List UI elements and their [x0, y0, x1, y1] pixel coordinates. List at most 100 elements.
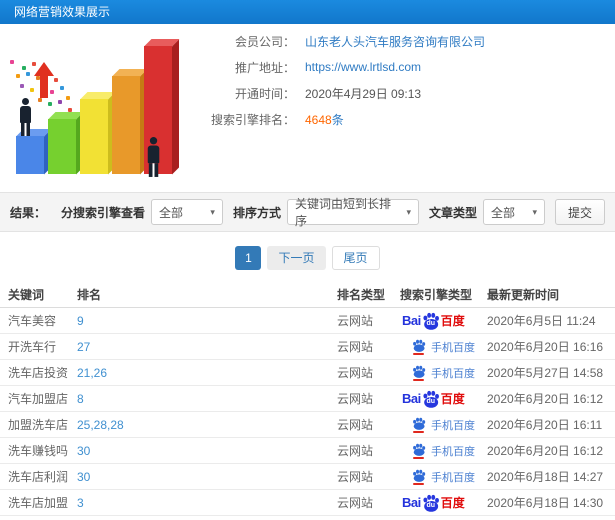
mobile-baidu-paw-icon	[412, 365, 426, 381]
rank-type-cell: 云网站	[337, 418, 374, 432]
mobile-baidu-logo: 手机百度	[412, 443, 475, 459]
baidu-logo: Bai du 百度	[402, 390, 465, 408]
rank-type-cell: 云网站	[337, 496, 374, 510]
page-number-current[interactable]: 1	[235, 246, 262, 270]
table-row: 汽车加盟店 8 云网站 Bai du 百度 2020年6月20日 16:12	[0, 386, 615, 412]
updated-time-cell: 2020年6月5日 11:24	[487, 314, 596, 328]
article-type-filter-label: 文章类型	[428, 205, 477, 220]
baidu-paw-icon: du	[422, 494, 440, 512]
engine-type-cell: Bai du 百度	[400, 417, 487, 433]
rank-type-cell: 云网站	[337, 392, 374, 406]
baidu-paw-icon: du	[422, 390, 440, 408]
keyword-cell: 汽车美容	[8, 314, 57, 328]
mobile-baidu-paw-icon	[412, 443, 426, 459]
baidu-logo: Bai du 百度	[402, 312, 465, 330]
table-row: 洗车店投资 21,26 云网站 Bai du 百度	[0, 360, 615, 386]
rank-value-link[interactable]: 25,28,28	[77, 418, 124, 432]
table-row: 洗车店利润 30 云网站 Bai du 百度	[0, 464, 615, 490]
col-header-keyword: 关键词	[8, 287, 45, 302]
engine-type-cell: Bai du 百度	[400, 312, 487, 330]
updated-time-cell: 2020年6月20日 16:12	[487, 444, 604, 458]
mobile-baidu-logo: 手机百度	[412, 469, 475, 485]
rank-value-link[interactable]: 21,26	[77, 366, 107, 380]
mobile-baidu-logo: 手机百度	[412, 365, 475, 381]
updated-time-cell: 2020年6月20日 16:16	[487, 340, 604, 354]
engine-type-cell: Bai du 百度	[400, 443, 487, 459]
rank-count-value[interactable]: 4648条	[305, 111, 344, 128]
page-title: 网络营销效果展示	[14, 5, 111, 19]
page-header: 网络营销效果展示	[0, 0, 615, 24]
member-company-label: 会员公司：	[234, 34, 295, 49]
table-row: 加盟洗车店 25,28,28 云网站 Bai du 百度	[0, 412, 615, 438]
promo-url-link[interactable]: https://www.lrtlsd.com	[305, 60, 421, 74]
chart-bar-blue	[16, 136, 44, 174]
engine-type-cell: Bai du 百度	[400, 469, 487, 485]
next-page-button[interactable]: 下一页	[267, 246, 326, 270]
engine-filter-select[interactable]: 全部 ▾	[150, 199, 223, 225]
baidu-paw-icon: du	[422, 312, 440, 330]
table-header-row: 关键词 排名 排名类型 搜索引擎类型 最新更新时间	[0, 281, 615, 308]
rank-value-link[interactable]: 8	[77, 392, 84, 406]
result-section-label: 结果：	[10, 205, 47, 220]
updated-time-cell: 2020年6月18日 14:30	[487, 496, 604, 510]
updated-time-cell: 2020年6月20日 16:11	[487, 418, 603, 432]
open-time-value: 2020年4月29日 09:13	[305, 86, 422, 101]
rank-type-cell: 云网站	[337, 470, 374, 484]
rank-type-cell: 云网站	[337, 314, 374, 328]
rank-type-cell: 云网站	[337, 366, 374, 380]
chevron-down-icon: ▾	[532, 206, 537, 217]
rank-value-link[interactable]: 30	[77, 470, 90, 484]
mobile-baidu-paw-icon	[412, 469, 426, 485]
keyword-cell: 洗车店利润	[8, 470, 69, 484]
updated-time-cell: 2020年6月18日 14:27	[487, 470, 604, 484]
info-row-member: 会员公司： 山东老人头汽车服务咨询有限公司	[185, 28, 610, 54]
rank-value-link[interactable]: 27	[77, 340, 90, 354]
submit-button[interactable]: 提交	[554, 199, 605, 225]
keyword-cell: 洗车店加盟	[8, 496, 69, 510]
up-arrow-icon	[34, 62, 54, 98]
info-row-open-time: 开通时间： 2020年4月29日 09:13	[185, 80, 610, 106]
chart-bar-orange	[112, 76, 140, 174]
open-time-label: 开通时间：	[234, 86, 295, 101]
table-row: 洗车店加盟 3 云网站 Bai du 百度 2020年6月18日 14:30	[0, 490, 615, 516]
businessman-figure-right	[146, 137, 161, 177]
chevron-down-icon: ▾	[210, 206, 215, 217]
promo-url-label: 推广地址：	[234, 60, 295, 75]
rank-value-link[interactable]: 3	[77, 496, 84, 510]
rank-count-label: 搜索引擎排名：	[210, 112, 295, 127]
engine-type-cell: Bai du 百度	[400, 339, 487, 355]
rank-value-link[interactable]: 30	[77, 444, 90, 458]
confetti-decoration	[10, 60, 14, 64]
rank-type-cell: 云网站	[337, 340, 374, 354]
col-header-rank: 排名	[77, 287, 102, 302]
info-row-rank-count: 搜索引擎排名： 4648条	[185, 106, 610, 132]
last-page-button[interactable]: 尾页	[331, 246, 380, 270]
rank-value-link[interactable]: 9	[77, 314, 84, 328]
chevron-down-icon: ▾	[406, 206, 411, 217]
chart-bar-yellow	[80, 99, 108, 174]
table-body: 汽车美容 9 云网站 Bai du 百度 2020年6月5日 11:24 开洗车…	[0, 308, 615, 516]
keyword-cell: 开洗车行	[8, 340, 57, 354]
col-header-updated: 最新更新时间	[487, 287, 560, 302]
filter-bar: 结果： 分搜索引擎查看 全部 ▾ 排序方式 关键词由短到长排序 ▾ 文章类型 全…	[0, 192, 615, 232]
mobile-baidu-paw-icon	[412, 417, 426, 433]
mobile-baidu-logo: 手机百度	[412, 339, 475, 355]
chart-bar-green	[48, 119, 76, 174]
mobile-baidu-logo: 手机百度	[412, 417, 475, 433]
col-header-engine-type: 搜索引擎类型	[400, 287, 473, 302]
sort-filter-select[interactable]: 关键词由短到长排序 ▾	[286, 197, 419, 228]
table-row: 洗车赚钱吗 30 云网站 Bai du 百度	[0, 438, 615, 464]
rank-type-cell: 云网站	[337, 444, 374, 458]
table-row: 开洗车行 27 云网站 Bai du 百度	[0, 334, 615, 360]
growth-chart-illustration	[4, 26, 184, 190]
keyword-cell: 汽车加盟店	[8, 392, 69, 406]
businessman-figure-left	[18, 98, 32, 136]
member-company-link[interactable]: 山东老人头汽车服务咨询有限公司	[305, 33, 485, 50]
updated-time-cell: 2020年6月20日 16:12	[487, 392, 604, 406]
engine-filter-label: 分搜索引擎查看	[60, 205, 145, 220]
article-type-select[interactable]: 全部 ▾	[482, 199, 545, 225]
keyword-cell: 洗车店投资	[8, 366, 69, 380]
engine-type-cell: Bai du 百度	[400, 494, 487, 512]
keyword-cell: 洗车赚钱吗	[8, 444, 69, 458]
engine-type-cell: Bai du 百度	[400, 365, 487, 381]
